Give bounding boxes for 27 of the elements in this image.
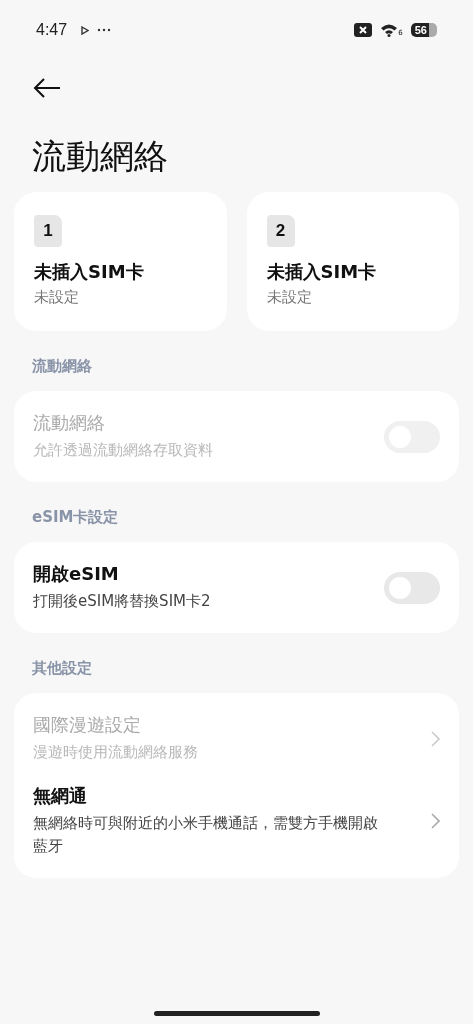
setting-description: 允許透過流動網絡存取資料 bbox=[33, 440, 213, 461]
sim-card[interactable]: 2 未插入SIM卡 未設定 bbox=[246, 192, 459, 331]
wifi-icon bbox=[380, 23, 399, 37]
status-time: 4:47 bbox=[36, 21, 68, 39]
setting-description: 無網絡時可與附近的小米手機通話，需雙方手機開啟藍牙 bbox=[33, 813, 379, 857]
section-header: 流動網絡 bbox=[31, 356, 93, 377]
sim-status: 未設定 bbox=[266, 288, 312, 307]
play-icon bbox=[81, 25, 90, 35]
setting-description: 打開後eSIM將替換SIM卡2 bbox=[33, 591, 211, 612]
setting-title[interactable]: 開啟eSIM bbox=[33, 562, 119, 586]
sim-status: 未設定 bbox=[34, 288, 79, 307]
sim-name: 未插入SIM卡 bbox=[266, 260, 377, 284]
sim-name: 未插入SIM卡 bbox=[34, 260, 144, 284]
setting-description: 漫遊時使用流動網絡服務 bbox=[33, 742, 198, 763]
more-icon bbox=[97, 28, 112, 32]
sim-slot-number: 2 bbox=[266, 215, 295, 247]
sim-card[interactable]: 1 未插入SIM卡 未設定 bbox=[14, 192, 227, 331]
section-header: 其他設定 bbox=[31, 658, 93, 679]
back-icon[interactable] bbox=[33, 78, 61, 98]
setting-title[interactable]: 無網通 bbox=[33, 784, 87, 808]
section-header: eSIM卡設定 bbox=[31, 507, 120, 528]
page-title: 流動網絡 bbox=[32, 135, 169, 178]
battery-label: 56 bbox=[410, 23, 429, 37]
chevron-icon bbox=[431, 813, 440, 829]
no-sim-icon bbox=[354, 23, 373, 37]
sim-slot-number: 1 bbox=[34, 215, 62, 247]
chevron-icon bbox=[431, 730, 440, 747]
